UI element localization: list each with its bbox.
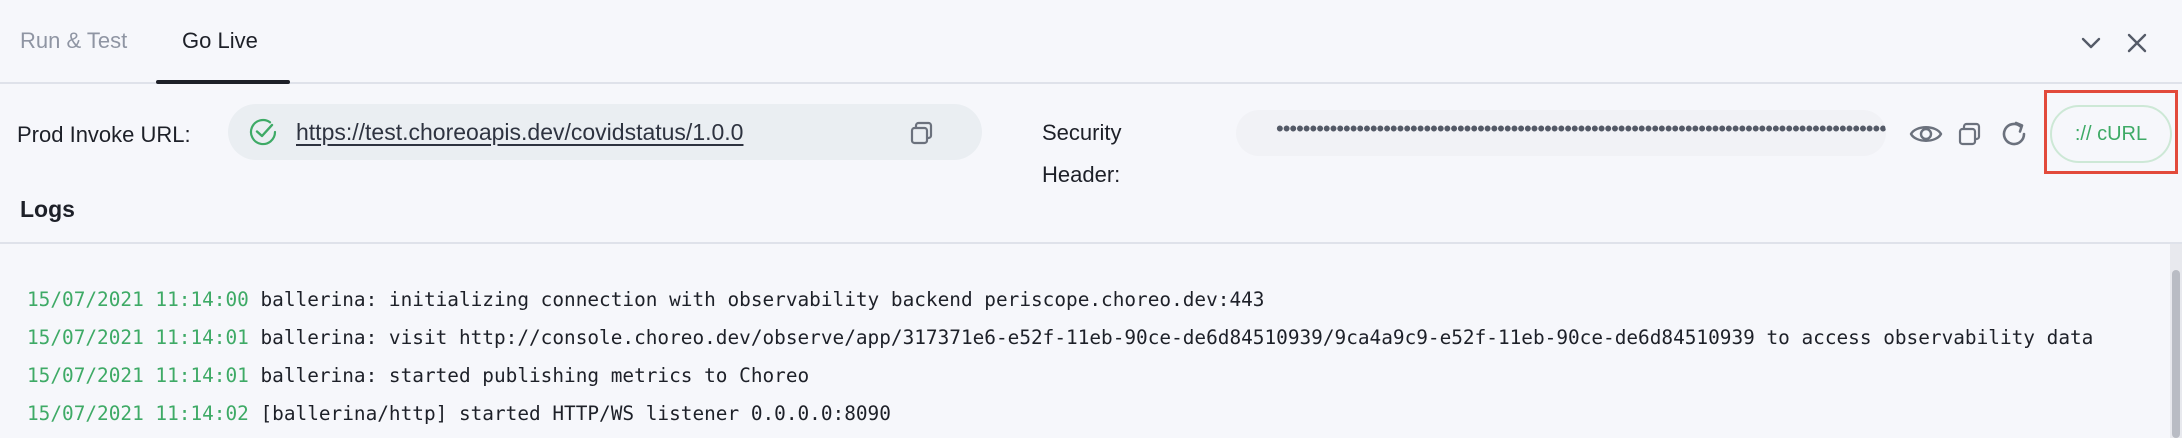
log-timestamp: 15/07/2021 11:14:01 bbox=[27, 364, 249, 387]
security-label-line2: Header: bbox=[1042, 162, 1121, 187]
security-header-label: Security Header: bbox=[1042, 112, 1121, 196]
log-line: 15/07/2021 11:14:01 ballerina: started p… bbox=[27, 364, 809, 387]
close-icon bbox=[2127, 33, 2147, 53]
tab-bar: Run & Test Go Live bbox=[0, 0, 2182, 84]
log-message: [ballerina/http] started HTTP/WS listene… bbox=[260, 402, 891, 425]
refresh-icon bbox=[2002, 121, 2026, 146]
log-line: 15/07/2021 11:14:00 ballerina: initializ… bbox=[27, 288, 1264, 311]
collapse-panel-button[interactable] bbox=[2074, 26, 2108, 60]
security-header-field: ••••••••••••••••••••••••••••••••••••••••… bbox=[1236, 110, 1886, 156]
invoke-url-link[interactable]: https://test.choreoapis.dev/covidstatus/… bbox=[296, 119, 743, 146]
log-timestamp: 15/07/2021 11:14:01 bbox=[27, 326, 249, 349]
active-tab-indicator bbox=[156, 80, 290, 84]
chevron-down-icon bbox=[2081, 37, 2101, 49]
log-message: ballerina: visit http://console.choreo.d… bbox=[260, 326, 2094, 349]
regenerate-security-header-button[interactable] bbox=[1996, 116, 2032, 152]
logs-title: Logs bbox=[20, 196, 75, 222]
masked-security-value: ••••••••••••••••••••••••••••••••••••••••… bbox=[1276, 116, 1886, 141]
close-panel-button[interactable] bbox=[2120, 26, 2154, 60]
show-security-header-button[interactable] bbox=[1908, 116, 1944, 152]
eye-icon bbox=[1909, 126, 1943, 142]
logs-scrollbar-thumb[interactable] bbox=[2172, 270, 2180, 438]
log-line: 15/07/2021 11:14:01 ballerina: visit htt… bbox=[27, 326, 2093, 349]
check-circle-icon bbox=[249, 118, 277, 146]
invoke-url-label: Prod Invoke URL: bbox=[17, 122, 191, 147]
security-label-line1: Security bbox=[1042, 120, 1122, 145]
tab-run-and-test[interactable]: Run & Test bbox=[20, 28, 127, 84]
copy-security-header-button[interactable] bbox=[1952, 116, 1988, 152]
log-timestamp: 15/07/2021 11:14:00 bbox=[27, 288, 249, 311]
log-message: ballerina: initializing connection with … bbox=[260, 288, 1265, 311]
logs-panel: 15/07/2021 11:14:00 ballerina: initializ… bbox=[0, 244, 2170, 438]
curl-button[interactable]: :// cURL bbox=[2050, 105, 2172, 163]
log-message: ballerina: started publishing metrics to… bbox=[260, 364, 810, 387]
log-line: 15/07/2021 11:14:02 [ballerina/http] sta… bbox=[27, 402, 891, 425]
tab-go-live[interactable]: Go Live bbox=[182, 28, 258, 84]
invoke-url-field: https://test.choreoapis.dev/covidstatus/… bbox=[228, 104, 982, 160]
log-timestamp: 15/07/2021 11:14:02 bbox=[27, 402, 249, 425]
copy-icon bbox=[1958, 122, 1981, 146]
copy-icon[interactable] bbox=[908, 119, 936, 147]
